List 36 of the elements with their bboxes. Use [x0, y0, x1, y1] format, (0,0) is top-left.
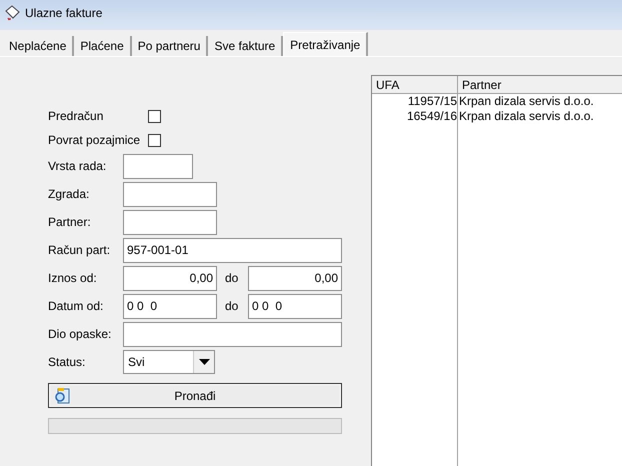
checkbox[interactable]: [148, 134, 161, 146]
column-header[interactable]: Partner: [458, 76, 622, 93]
table-cell-text: Krpan dizala servis d.o.o.: [458, 109, 595, 124]
dropdown-value: Svi: [127, 354, 146, 371]
field-label: Račun part:: [48, 242, 112, 259]
checkbox[interactable]: [148, 110, 161, 122]
text-field[interactable]: 957-001-01: [123, 238, 342, 262]
field-label: Partner:: [48, 214, 92, 231]
field-label: Dio opaske:: [48, 326, 112, 343]
checkbox-label: Predračun: [48, 108, 104, 125]
to-label: do: [224, 270, 240, 287]
window-title: Ulazne fakture: [25, 5, 102, 22]
field-label: Status:: [48, 354, 86, 371]
to-label: do: [224, 298, 240, 315]
field-label: Datum od:: [48, 298, 104, 315]
text-field[interactable]: [123, 154, 193, 178]
field-label: Iznos od:: [48, 270, 98, 287]
table-cell-text: Krpan dizala servis d.o.o.: [458, 94, 595, 109]
field-label: Zgrada:: [48, 186, 90, 203]
tag-icon: [4, 5, 20, 21]
text-field[interactable]: [123, 182, 217, 206]
table-cell-text: 16549/16: [406, 109, 457, 124]
field-label: Vrsta rada:: [48, 158, 108, 175]
checkbox-label: Povrat pozajmice: [48, 132, 142, 149]
tab[interactable]: Pretraživanje: [283, 32, 368, 56]
search-document-icon: [53, 386, 71, 404]
to-field[interactable]: 0 0 0: [248, 294, 342, 318]
search-button[interactable]: Pronađi: [48, 383, 342, 408]
from-field[interactable]: 0 0 0: [123, 294, 217, 318]
text-field[interactable]: [123, 322, 342, 346]
text-field[interactable]: [123, 210, 217, 234]
from-field[interactable]: 0,00: [123, 266, 217, 290]
column-header[interactable]: UFA: [372, 76, 458, 93]
to-field[interactable]: 0,00: [248, 266, 342, 290]
status-dropdown[interactable]: Svi: [123, 350, 215, 374]
table-cell-text: 11957/15: [406, 94, 457, 109]
